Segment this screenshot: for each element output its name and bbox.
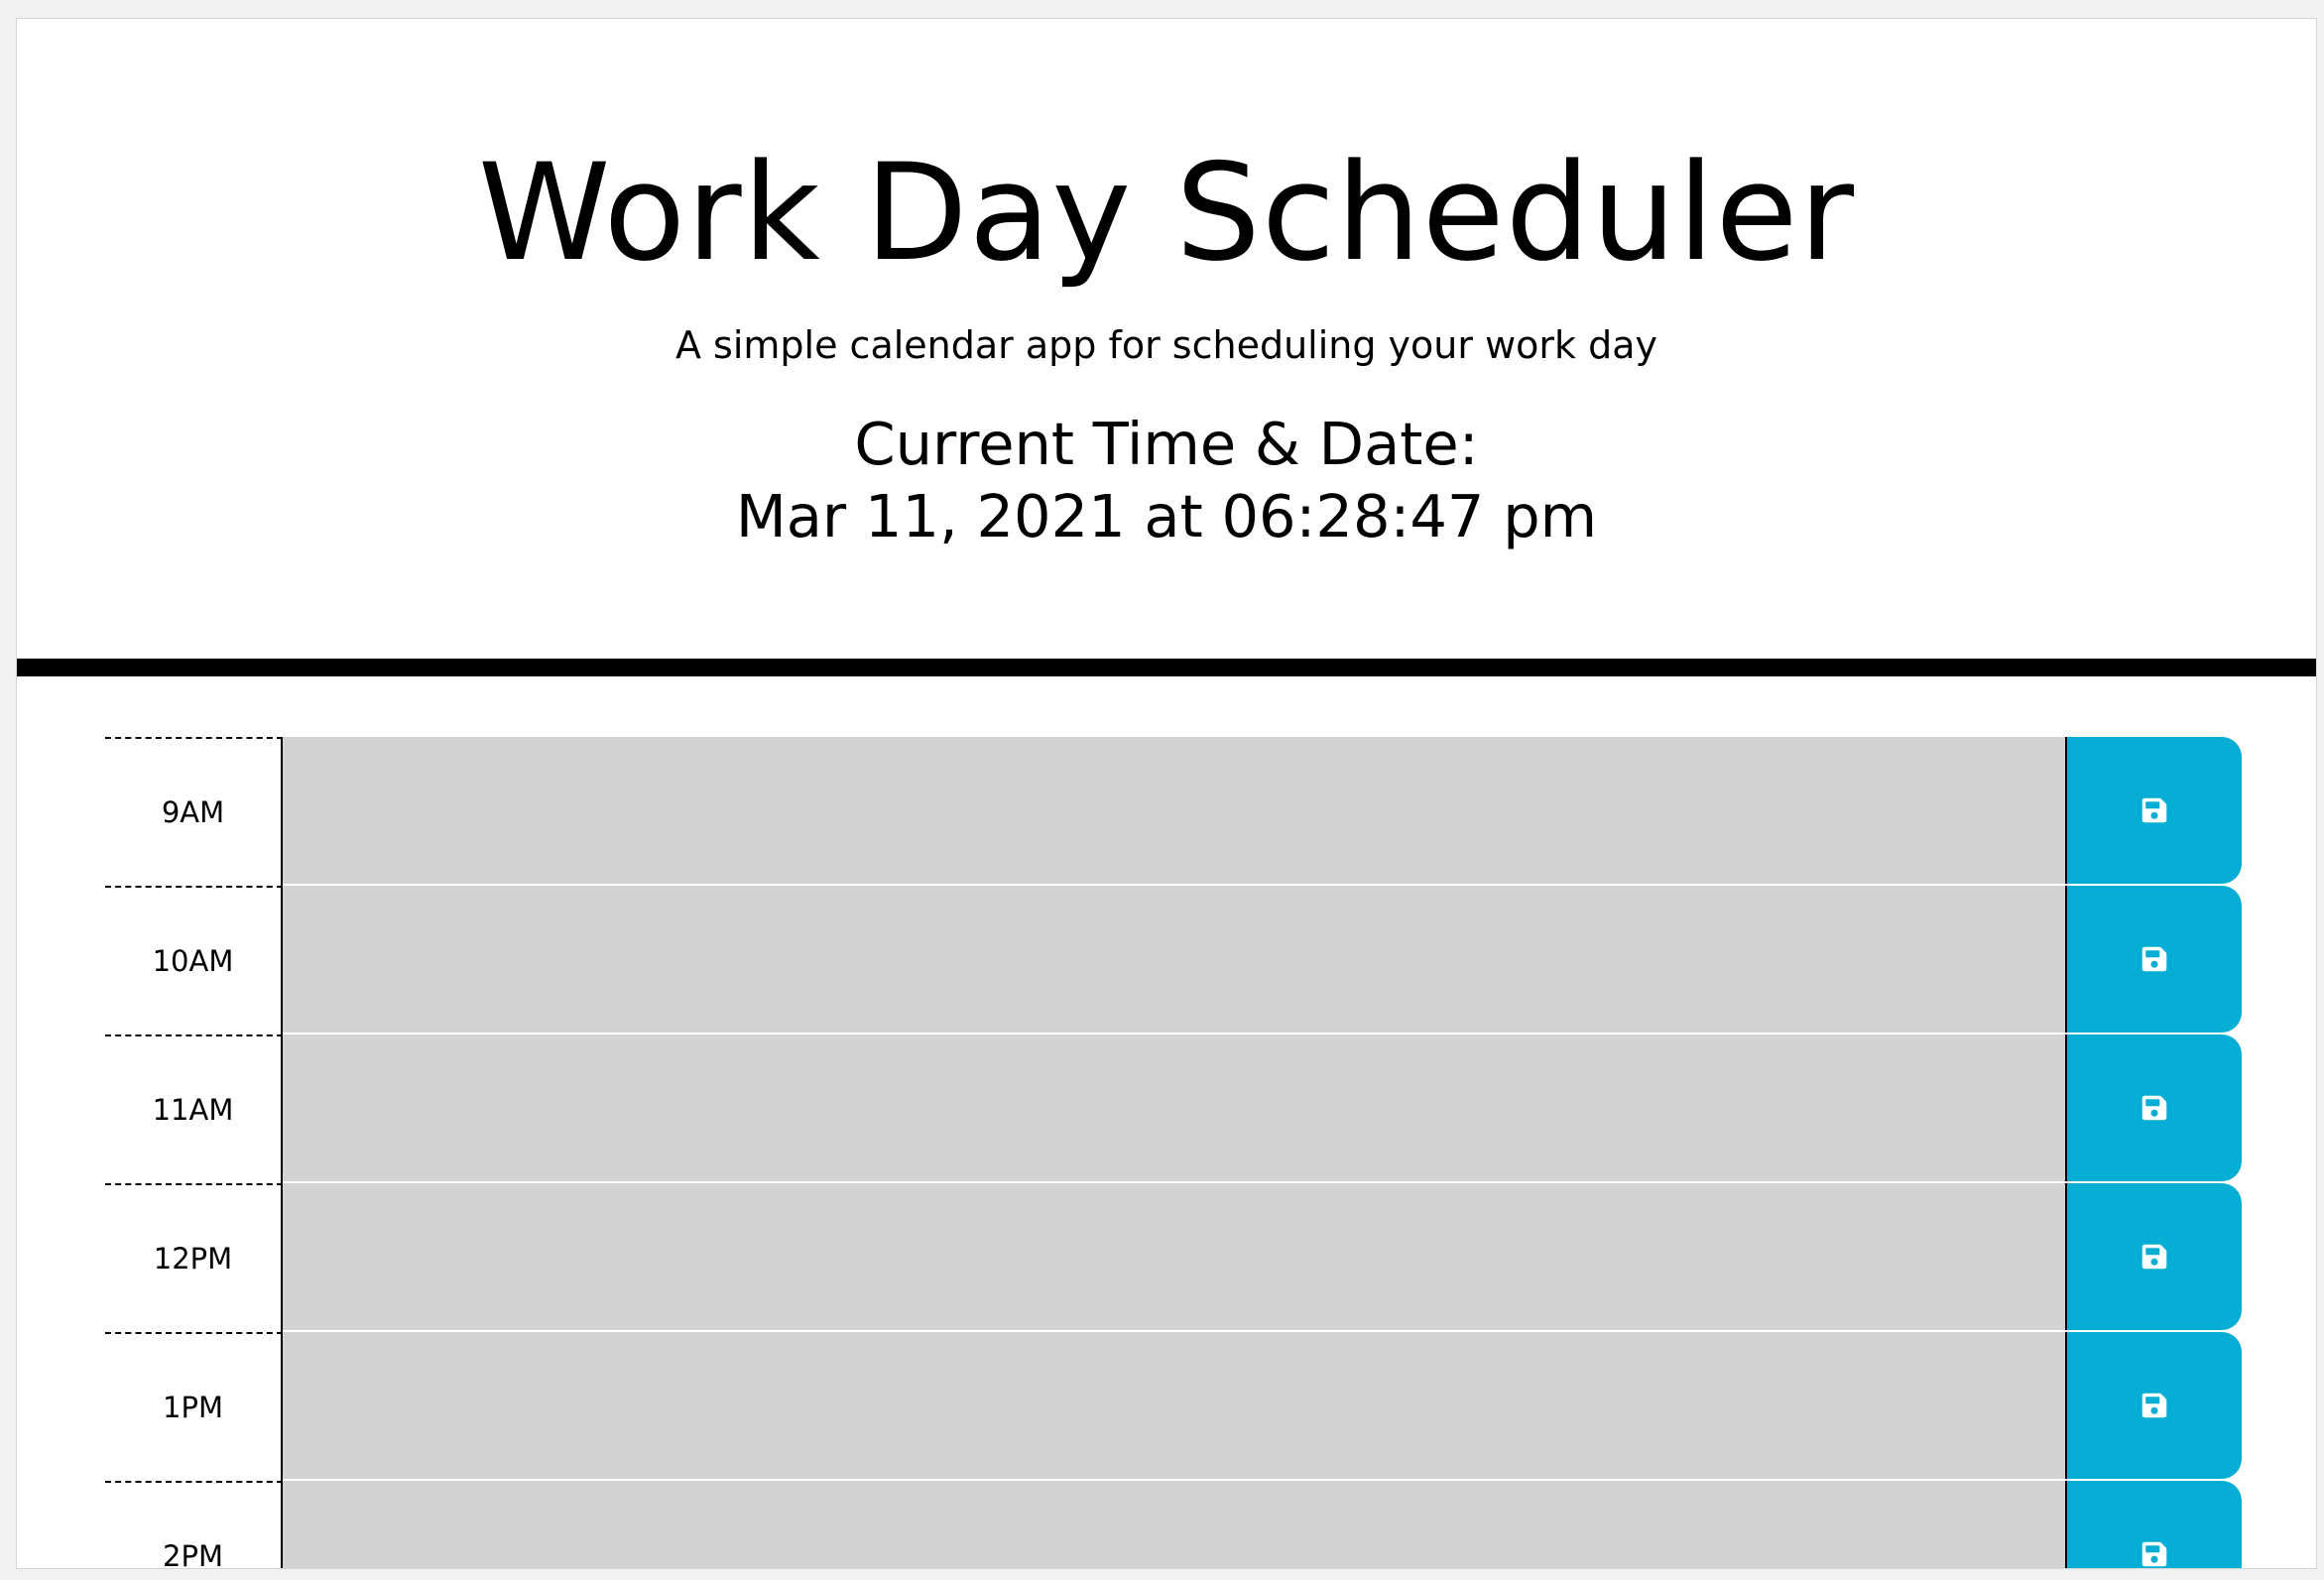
hour-label: 2PM (105, 1481, 283, 1568)
save-icon (2141, 1243, 2168, 1271)
time-block-row: 10AM (105, 886, 2242, 1034)
time-block-list: 9AM 10AM 11AM 12PM 1PM 2PM (105, 737, 2242, 1568)
save-icon (2141, 1392, 2168, 1419)
task-input[interactable] (283, 1034, 2065, 1183)
task-input[interactable] (283, 1481, 2065, 1568)
hour-label: 9AM (105, 737, 283, 886)
time-block-row: 2PM (105, 1481, 2242, 1568)
save-icon (2141, 1094, 2168, 1122)
save-icon (2141, 945, 2168, 973)
time-block-row: 12PM (105, 1183, 2242, 1332)
task-input[interactable] (283, 737, 2065, 886)
page-subtitle: A simple calendar app for scheduling you… (674, 323, 1658, 367)
save-button[interactable] (2065, 1332, 2242, 1479)
app-frame: Work Day Scheduler A simple calendar app… (16, 18, 2317, 1569)
hour-label: 11AM (105, 1034, 283, 1183)
time-block-row: 9AM (105, 737, 2242, 886)
save-button[interactable] (2065, 886, 2242, 1033)
time-block-row: 11AM (105, 1034, 2242, 1183)
save-icon (2141, 1540, 2168, 1568)
task-input[interactable] (283, 1183, 2065, 1332)
time-block-row: 1PM (105, 1332, 2242, 1481)
header-divider (17, 659, 2316, 676)
save-button[interactable] (2065, 1481, 2242, 1568)
save-button[interactable] (2065, 1183, 2242, 1330)
task-input[interactable] (283, 886, 2065, 1034)
page-header: Work Day Scheduler A simple calendar app… (17, 19, 2316, 659)
save-button[interactable] (2065, 1034, 2242, 1181)
save-button[interactable] (2065, 737, 2242, 884)
current-time-label: Current Time & Date: (854, 410, 1479, 478)
page-title: Work Day Scheduler (477, 135, 1856, 291)
task-input[interactable] (283, 1332, 2065, 1481)
hour-label: 1PM (105, 1332, 283, 1481)
save-icon (2141, 796, 2168, 824)
hour-label: 10AM (105, 886, 283, 1034)
hour-label: 12PM (105, 1183, 283, 1332)
current-time-value: Mar 11, 2021 at 06:28:47 pm (735, 482, 1598, 550)
